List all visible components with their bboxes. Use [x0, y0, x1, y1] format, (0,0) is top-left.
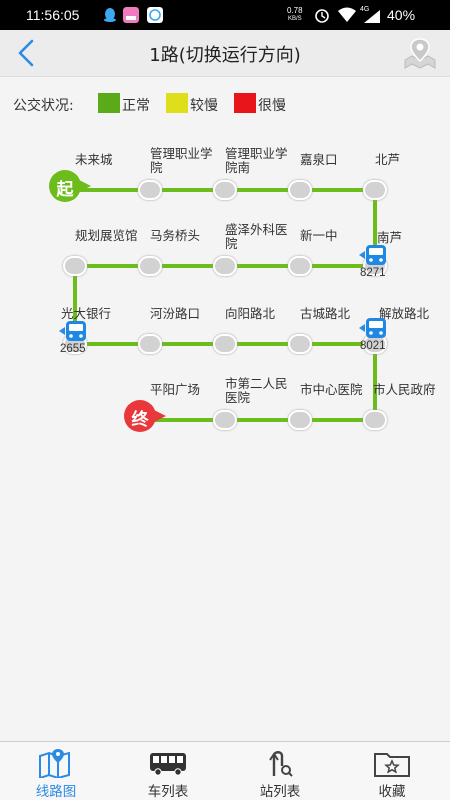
bus-stop-dot[interactable]: [363, 410, 387, 430]
start-marker[interactable]: 起: [45, 168, 93, 206]
qq-icon: [104, 8, 116, 22]
status-bar: 11:56:05 0.78 KB/S 4G 40%: [0, 0, 450, 30]
tab-route-map[interactable]: 线路图: [0, 742, 112, 800]
bus-stop-dot[interactable]: [288, 334, 312, 354]
bus-stop-dot[interactable]: [288, 410, 312, 430]
battery-percent: 40%: [387, 7, 416, 23]
bus-icon: [359, 245, 386, 265]
app-header: 1路(切换运行方向): [0, 30, 450, 77]
bus-stop-dot[interactable]: [213, 334, 237, 354]
bus-icon: [59, 321, 86, 341]
bus-vehicle[interactable]: 8271: [357, 243, 393, 283]
app-notification-icon: [123, 7, 139, 23]
stop-name[interactable]: 平阳广场: [150, 383, 200, 397]
legend-slow-label: 较慢: [190, 98, 218, 114]
stop-name[interactable]: 嘉泉口: [300, 153, 338, 167]
tab-bus-list-label: 车列表: [147, 784, 189, 800]
stop-name[interactable]: 管理职业学 院南: [225, 147, 288, 175]
bus-stop-dot[interactable]: [213, 180, 237, 200]
bus-stop-dot[interactable]: [288, 256, 312, 276]
stop-name[interactable]: 新一中: [300, 229, 338, 243]
tab-bus-list[interactable]: 车列表: [112, 742, 224, 800]
signal-icon: [364, 10, 380, 23]
net-speed: 0.78 KB/S: [287, 6, 303, 23]
stop-name[interactable]: 盛泽外科医 院: [225, 223, 288, 251]
legend-normal-label: 正常: [122, 98, 150, 114]
route-map: 未来城 管理职业学 院管理职业学 院南 嘉泉口 北芦 南芦 新一中 盛泽外科医 院马务桥头规…: [0, 130, 450, 460]
tab-favorites[interactable]: 收藏: [336, 742, 448, 800]
legend-title: 公交状况:: [13, 98, 74, 114]
end-marker[interactable]: 终: [120, 398, 168, 436]
stop-list-icon: [269, 751, 293, 777]
stop-name[interactable]: 北芦: [375, 153, 400, 167]
legend-slow-swatch: [166, 93, 188, 113]
bottom-nav: 线路图 车列表 站列表 收藏: [0, 741, 450, 800]
bus-stop-dot[interactable]: [213, 256, 237, 276]
stop-name[interactable]: 马务桥头: [150, 229, 200, 243]
tab-favorites-label: 收藏: [378, 784, 406, 800]
alarm-icon: [315, 9, 329, 23]
message-icon: [147, 7, 163, 23]
bus-stop-dot[interactable]: [363, 180, 387, 200]
stop-name[interactable]: 市中心医院: [300, 383, 363, 397]
tab-route-map-label: 线路图: [35, 784, 77, 800]
legend-very-slow-label: 很慢: [258, 98, 286, 114]
stop-name[interactable]: 市人民政府: [373, 383, 436, 397]
favorite-folder-icon: [374, 753, 410, 777]
traffic-legend: 公交状况: 正常 较慢 很慢: [0, 90, 450, 118]
bus-stop-dot[interactable]: [138, 180, 162, 200]
stop-name[interactable]: 市第二人民 医院: [225, 377, 288, 405]
bus-vehicle[interactable]: 2655: [57, 319, 93, 359]
bus-stop-dot[interactable]: [288, 180, 312, 200]
bus-vehicle[interactable]: 8021: [357, 316, 393, 356]
bus-stop-dot[interactable]: [63, 256, 87, 276]
tab-stop-list-label: 站列表: [259, 784, 301, 800]
bus-stop-dot[interactable]: [138, 256, 162, 276]
page-title[interactable]: 1路(切换运行方向): [0, 41, 450, 67]
stop-name[interactable]: 河汾路口: [150, 307, 200, 321]
legend-very-slow-swatch: [234, 93, 256, 113]
stop-name[interactable]: 规划展览馆: [75, 229, 138, 243]
bus-icon: [150, 753, 186, 776]
map-location-icon[interactable]: [402, 36, 438, 70]
bus-number: 8021: [360, 340, 386, 352]
stop-name[interactable]: 管理职业学 院: [150, 147, 213, 175]
bus-icon: [359, 318, 386, 338]
status-time: 11:56:05: [26, 7, 80, 23]
legend-normal-swatch: [98, 93, 120, 113]
wifi-icon: [338, 7, 356, 22]
bus-stop-dot[interactable]: [138, 334, 162, 354]
bus-number: 8271: [360, 267, 386, 279]
bus-number: 2655: [60, 343, 86, 355]
map-icon: [39, 749, 70, 778]
stop-name[interactable]: 向阳路北: [225, 307, 275, 321]
bus-stop-dot[interactable]: [213, 410, 237, 430]
stop-name[interactable]: 古城路北: [300, 307, 350, 321]
stop-name[interactable]: 未来城: [75, 153, 113, 167]
tab-stop-list[interactable]: 站列表: [224, 742, 336, 800]
